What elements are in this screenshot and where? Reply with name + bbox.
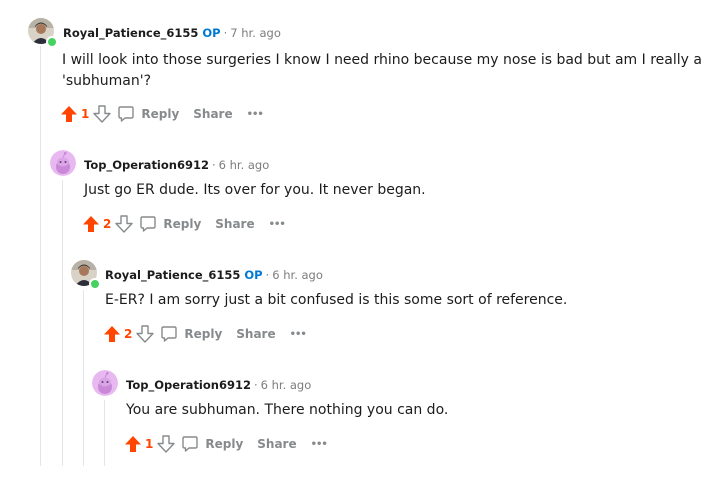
- vote-count: 2: [124, 327, 133, 341]
- comment-meta: Top_Operation6912 · 6 hr. ago: [84, 158, 269, 172]
- separator: ·: [211, 158, 216, 172]
- comment-actions: 1 Reply Share •••: [60, 102, 264, 126]
- more-options-button[interactable]: •••: [269, 219, 286, 230]
- comment-actions: 2 Reply Share •••: [103, 322, 307, 346]
- reply-label: Reply: [163, 217, 202, 231]
- reply-label: Reply: [205, 437, 244, 451]
- online-status-indicator: [89, 278, 101, 290]
- comment: Royal_Patience_6155 OP · 6 hr. ago E-ER? I …: [71, 260, 721, 350]
- more-options-button[interactable]: •••: [311, 439, 328, 450]
- vote-count: 1: [145, 437, 154, 451]
- comment-bubble-icon: [161, 326, 178, 342]
- upvote-icon: [61, 106, 77, 122]
- downvote-icon: [93, 105, 112, 123]
- vote-count: 1: [81, 107, 90, 121]
- comment: Royal_Patience_6155 OP · 7 hr. ago I will l…: [28, 18, 718, 128]
- share-button[interactable]: Share: [215, 217, 254, 231]
- author-name[interactable]: Royal_Patience_6155: [63, 26, 198, 40]
- comment-meta: Top_Operation6912 · 6 hr. ago: [126, 378, 311, 392]
- avatar[interactable]: [50, 150, 76, 176]
- timestamp[interactable]: 7 hr. ago: [230, 26, 281, 40]
- reply-button[interactable]: Reply: [117, 105, 179, 123]
- reply-label: Reply: [141, 107, 180, 121]
- downvote-icon: [115, 215, 134, 233]
- reply-label: Reply: [184, 327, 223, 341]
- reply-button[interactable]: Reply: [181, 435, 243, 453]
- author-name[interactable]: Royal_Patience_6155: [105, 268, 240, 282]
- comment-bubble-icon: [182, 436, 199, 452]
- downvote-icon: [157, 435, 176, 453]
- separator: ·: [253, 378, 258, 392]
- share-button[interactable]: Share: [236, 327, 275, 341]
- timestamp[interactable]: 6 hr. ago: [272, 268, 323, 282]
- downvote-button[interactable]: [93, 105, 112, 123]
- downvote-button[interactable]: [115, 215, 134, 233]
- avatar[interactable]: [92, 370, 118, 396]
- more-options-button[interactable]: •••: [290, 329, 307, 340]
- separator: ·: [223, 26, 228, 40]
- timestamp[interactable]: 6 hr. ago: [219, 158, 270, 172]
- downvote-icon: [136, 325, 155, 343]
- upvote-button[interactable]: [60, 105, 78, 123]
- reply-button[interactable]: Reply: [139, 215, 201, 233]
- comment-body: I will look into those surgeries I know …: [62, 52, 702, 89]
- op-badge: OP: [244, 268, 263, 282]
- timestamp[interactable]: 6 hr. ago: [261, 378, 312, 392]
- upvote-button[interactable]: [82, 215, 100, 233]
- share-button[interactable]: Share: [257, 437, 296, 451]
- comment-meta: Royal_Patience_6155 OP · 7 hr. ago: [63, 26, 281, 40]
- comment-body: E-ER? I am sorry just a bit confused is …: [105, 292, 568, 308]
- upvote-button[interactable]: [103, 325, 121, 343]
- comment-meta: Royal_Patience_6155 OP · 6 hr. ago: [105, 268, 323, 282]
- reply-button[interactable]: Reply: [160, 325, 222, 343]
- comment-actions: 1 Reply Share •••: [124, 432, 328, 456]
- downvote-button[interactable]: [157, 435, 176, 453]
- separator: ·: [265, 268, 270, 282]
- comment-actions: 2 Reply Share •••: [82, 212, 286, 236]
- comment-bubble-icon: [140, 216, 157, 232]
- online-status-indicator: [46, 36, 58, 48]
- comment-body: You are subhuman. There nothing you can …: [126, 402, 449, 418]
- upvote-button[interactable]: [124, 435, 142, 453]
- comment-body: Just go ER dude. Its over for you. It ne…: [84, 182, 426, 198]
- share-button[interactable]: Share: [193, 107, 232, 121]
- author-name[interactable]: Top_Operation6912: [126, 378, 251, 392]
- author-name[interactable]: Top_Operation6912: [84, 158, 209, 172]
- downvote-button[interactable]: [136, 325, 155, 343]
- upvote-icon: [104, 326, 120, 342]
- comment: Top_Operation6912 · 6 hr. ago You are subh…: [92, 370, 722, 460]
- upvote-icon: [125, 436, 141, 452]
- comment-bubble-icon: [118, 106, 135, 122]
- vote-count: 2: [103, 217, 112, 231]
- op-badge: OP: [202, 26, 221, 40]
- comment: Top_Operation6912 · 6 hr. ago Just go ER d…: [50, 150, 720, 240]
- upvote-icon: [83, 216, 99, 232]
- more-options-button[interactable]: •••: [247, 109, 264, 120]
